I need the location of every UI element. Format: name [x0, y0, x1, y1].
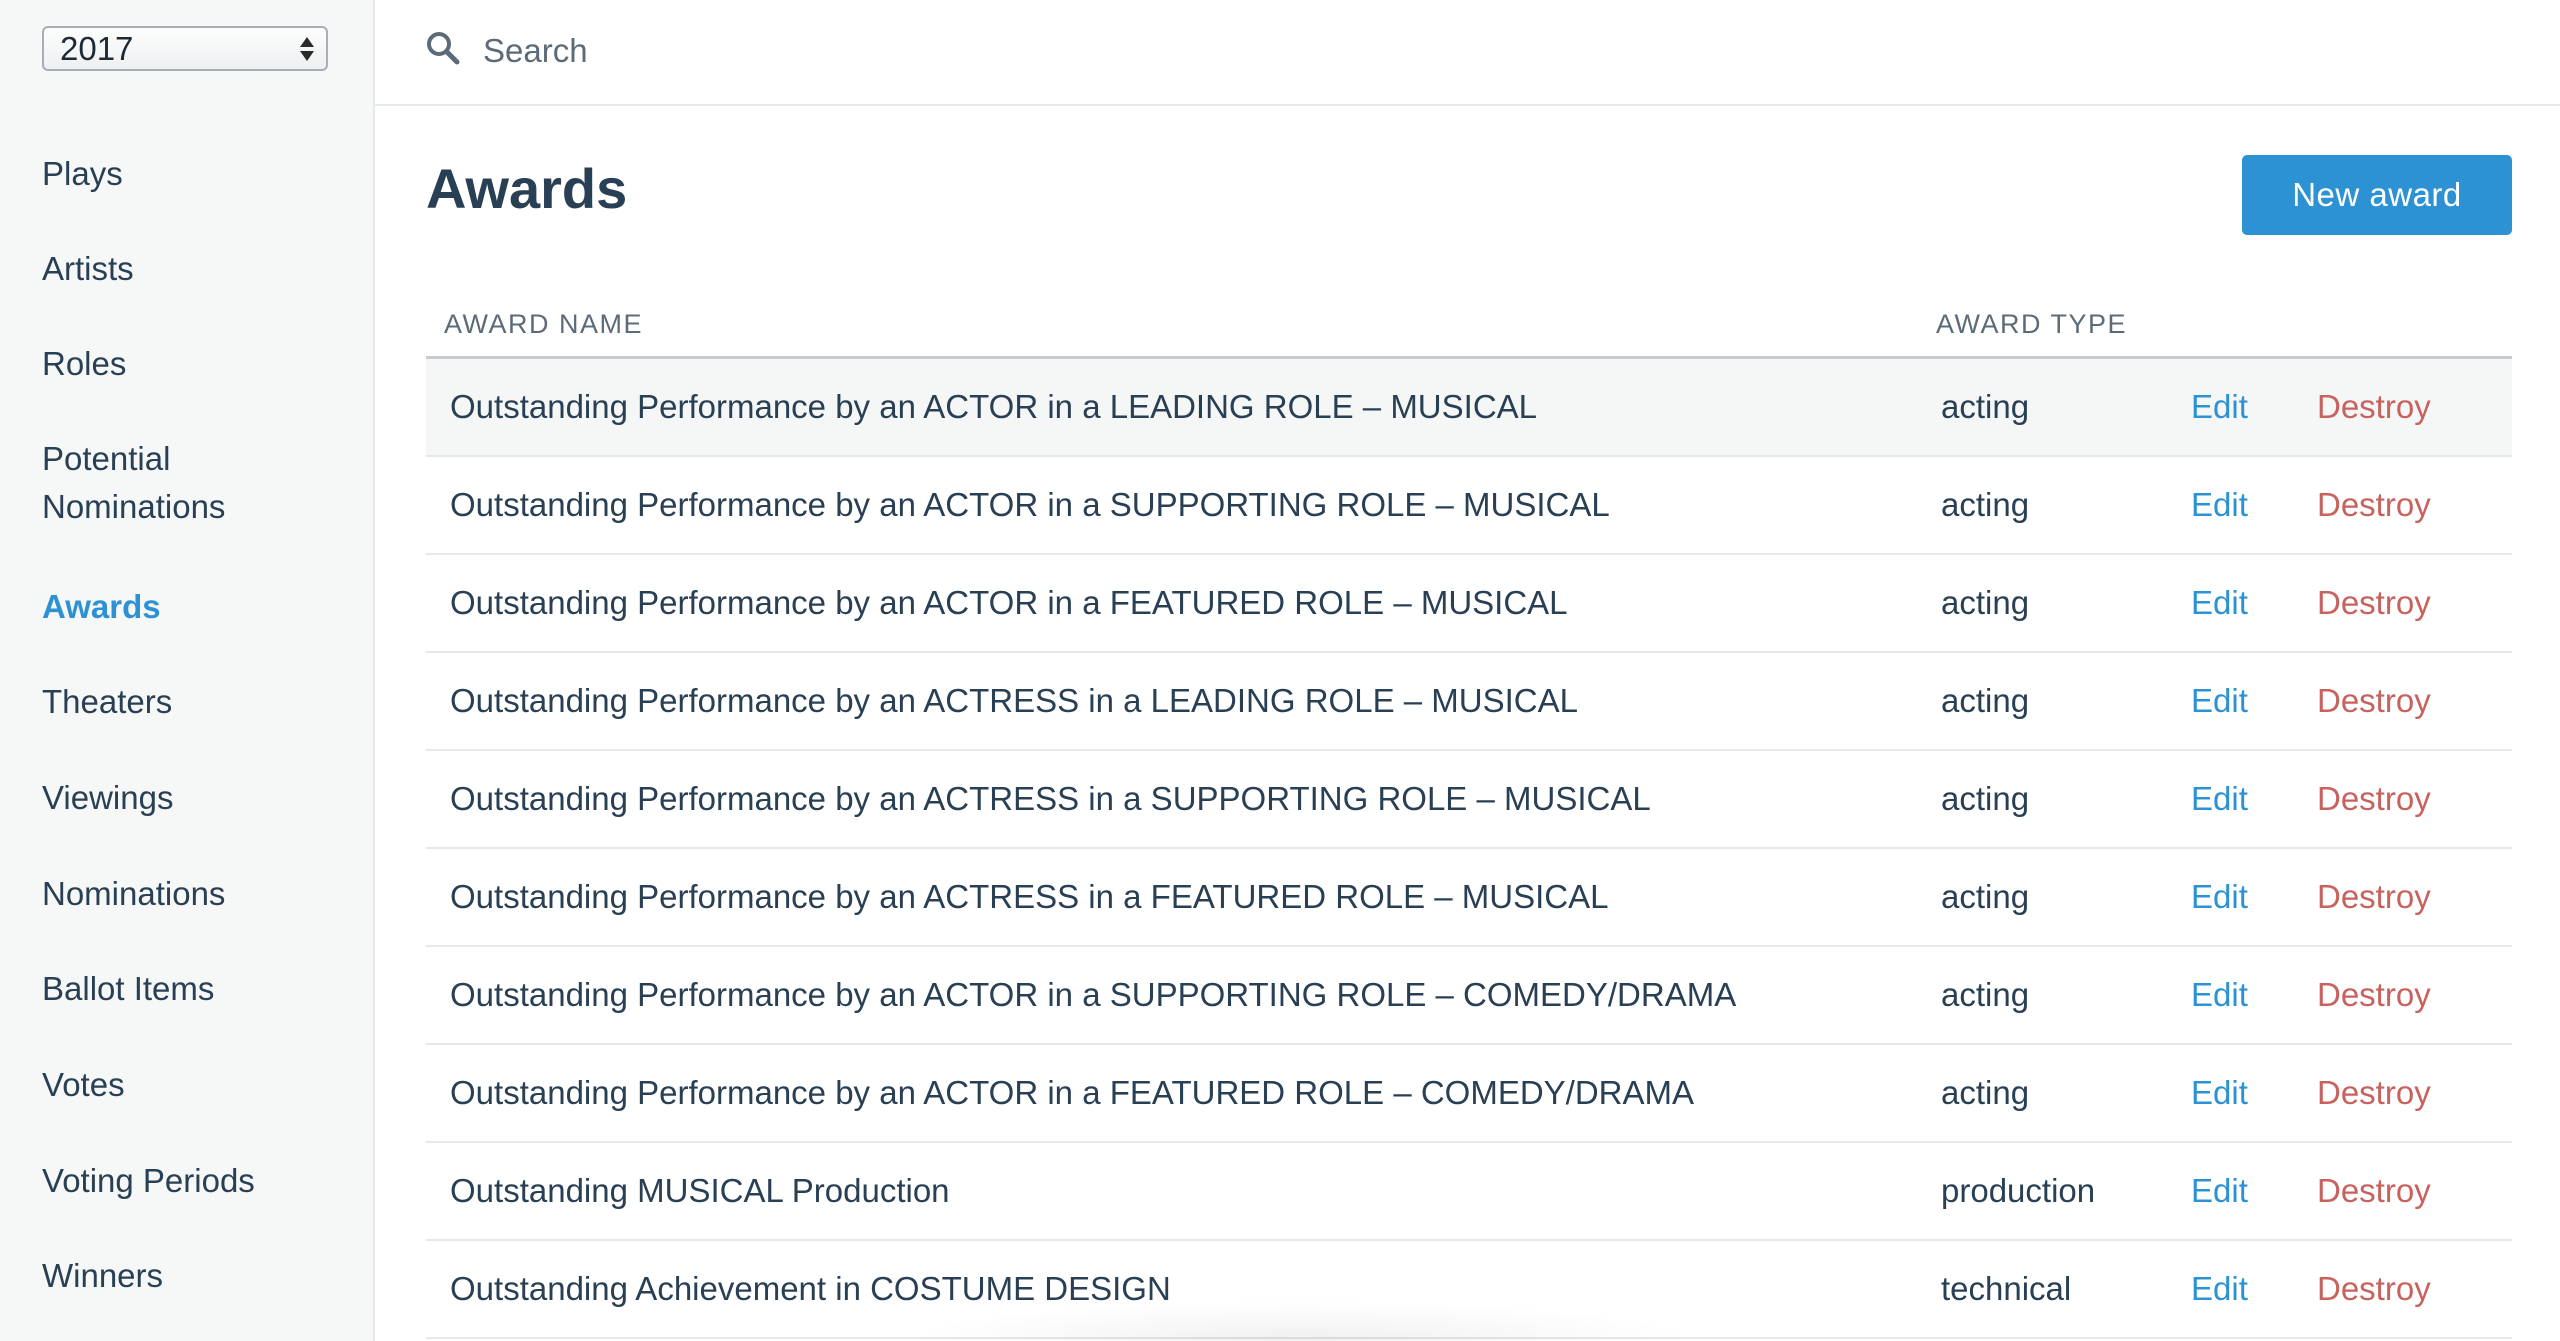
sidebar-item-winners[interactable]: Winners	[42, 1252, 332, 1300]
awards-table: AWARD NAME AWARD TYPE Outstanding Perfor…	[426, 292, 2512, 1339]
table-row[interactable]: Outstanding Performance by an ACTRESS in…	[426, 848, 2512, 947]
edit-link[interactable]: Edit	[2191, 357, 2317, 457]
destroy-link[interactable]: Destroy	[2317, 554, 2512, 653]
award-name-cell: Outstanding MUSICAL Production	[426, 1142, 1936, 1241]
sidebar-item-ballot-items[interactable]: Ballot Items	[42, 965, 332, 1013]
year-select-value: 2017	[60, 30, 134, 67]
sidebar-item-nominations[interactable]: Nominations	[42, 870, 332, 918]
sidebar-item-viewings[interactable]: Viewings	[42, 774, 332, 822]
sidebar: 2017 Plays Artists Roles Potential Nomin…	[0, 0, 375, 1341]
sidebar-item-plays[interactable]: Plays	[42, 150, 332, 198]
award-name-cell: Outstanding Performance by an ACTOR in a…	[426, 554, 1936, 653]
award-type-cell: acting	[1936, 554, 2191, 653]
table-header-row: AWARD NAME AWARD TYPE	[426, 292, 2512, 359]
edit-link[interactable]: Edit	[2191, 946, 2317, 1045]
column-header-award-type[interactable]: AWARD TYPE	[1936, 292, 2191, 359]
table-row[interactable]: Outstanding Performance by an ACTOR in a…	[426, 554, 2512, 653]
destroy-link[interactable]: Destroy	[2317, 946, 2512, 1045]
award-type-cell: production	[1936, 1142, 2191, 1241]
award-type-cell: acting	[1936, 750, 2191, 849]
award-name-cell: Outstanding Performance by an ACTRESS in…	[426, 652, 1936, 751]
edit-link[interactable]: Edit	[2191, 652, 2317, 751]
table-row[interactable]: Outstanding Performance by an ACTOR in a…	[426, 456, 2512, 555]
destroy-link[interactable]: Destroy	[2317, 652, 2512, 751]
destroy-link[interactable]: Destroy	[2317, 456, 2512, 555]
table-row[interactable]: Outstanding Performance by an ACTRESS in…	[426, 750, 2512, 849]
award-name-cell: Outstanding Performance by an ACTRESS in…	[426, 848, 1936, 947]
award-name-cell: Outstanding Performance by an ACTRESS in…	[426, 750, 1936, 849]
year-select[interactable]: 2017	[42, 26, 328, 71]
sidebar-item-potential-nominations[interactable]: Potential Nominations	[42, 435, 332, 531]
edit-link[interactable]: Edit	[2191, 456, 2317, 555]
award-name-cell: Outstanding Performance by an ACTOR in a…	[426, 357, 1936, 457]
destroy-link[interactable]: Destroy	[2317, 848, 2512, 947]
award-type-cell: acting	[1936, 357, 2191, 457]
award-type-cell: technical	[1936, 1240, 2191, 1339]
search-bar	[375, 0, 2560, 106]
edit-link[interactable]: Edit	[2191, 1044, 2317, 1143]
search-icon	[427, 32, 460, 65]
select-arrows-icon	[300, 34, 314, 64]
sidebar-item-votes[interactable]: Votes	[42, 1061, 332, 1109]
column-header-edit	[2191, 292, 2317, 359]
edit-link[interactable]: Edit	[2191, 1240, 2317, 1339]
sidebar-item-roles[interactable]: Roles	[42, 340, 332, 388]
edit-link[interactable]: Edit	[2191, 848, 2317, 947]
edit-link[interactable]: Edit	[2191, 554, 2317, 653]
new-award-button[interactable]: New award	[2242, 155, 2512, 235]
award-type-cell: acting	[1936, 1044, 2191, 1143]
edit-link[interactable]: Edit	[2191, 1142, 2317, 1241]
award-name-cell: Outstanding Performance by an ACTOR in a…	[426, 456, 1936, 555]
table-row[interactable]: Outstanding Performance by an ACTOR in a…	[426, 357, 2512, 457]
destroy-link[interactable]: Destroy	[2317, 1142, 2512, 1241]
sidebar-item-artists[interactable]: Artists	[42, 245, 332, 293]
award-name-cell: Outstanding Performance by an ACTOR in a…	[426, 1044, 1936, 1143]
destroy-link[interactable]: Destroy	[2317, 750, 2512, 849]
award-type-cell: acting	[1936, 652, 2191, 751]
award-type-cell: acting	[1936, 456, 2191, 555]
search-input[interactable]	[481, 24, 1885, 78]
table-row[interactable]: Outstanding Achievement in COSTUME DESIG…	[426, 1240, 2512, 1339]
table-row[interactable]: Outstanding MUSICAL Production productio…	[426, 1142, 2512, 1241]
destroy-link[interactable]: Destroy	[2317, 357, 2512, 457]
column-header-destroy	[2317, 292, 2512, 359]
column-header-award-name[interactable]: AWARD NAME	[426, 292, 1936, 359]
destroy-link[interactable]: Destroy	[2317, 1044, 2512, 1143]
award-type-cell: acting	[1936, 946, 2191, 1045]
destroy-link[interactable]: Destroy	[2317, 1240, 2512, 1339]
award-type-cell: acting	[1936, 848, 2191, 947]
table-row[interactable]: Outstanding Performance by an ACTOR in a…	[426, 1044, 2512, 1143]
award-name-cell: Outstanding Achievement in COSTUME DESIG…	[426, 1240, 1936, 1339]
award-name-cell: Outstanding Performance by an ACTOR in a…	[426, 946, 1936, 1045]
sidebar-item-awards[interactable]: Awards	[42, 583, 332, 631]
sidebar-item-voting-periods[interactable]: Voting Periods	[42, 1157, 332, 1205]
table-row[interactable]: Outstanding Performance by an ACTRESS in…	[426, 652, 2512, 751]
table-row[interactable]: Outstanding Performance by an ACTOR in a…	[426, 946, 2512, 1045]
edit-link[interactable]: Edit	[2191, 750, 2317, 849]
sidebar-item-theaters[interactable]: Theaters	[42, 678, 332, 726]
page-title: Awards	[426, 157, 628, 220]
